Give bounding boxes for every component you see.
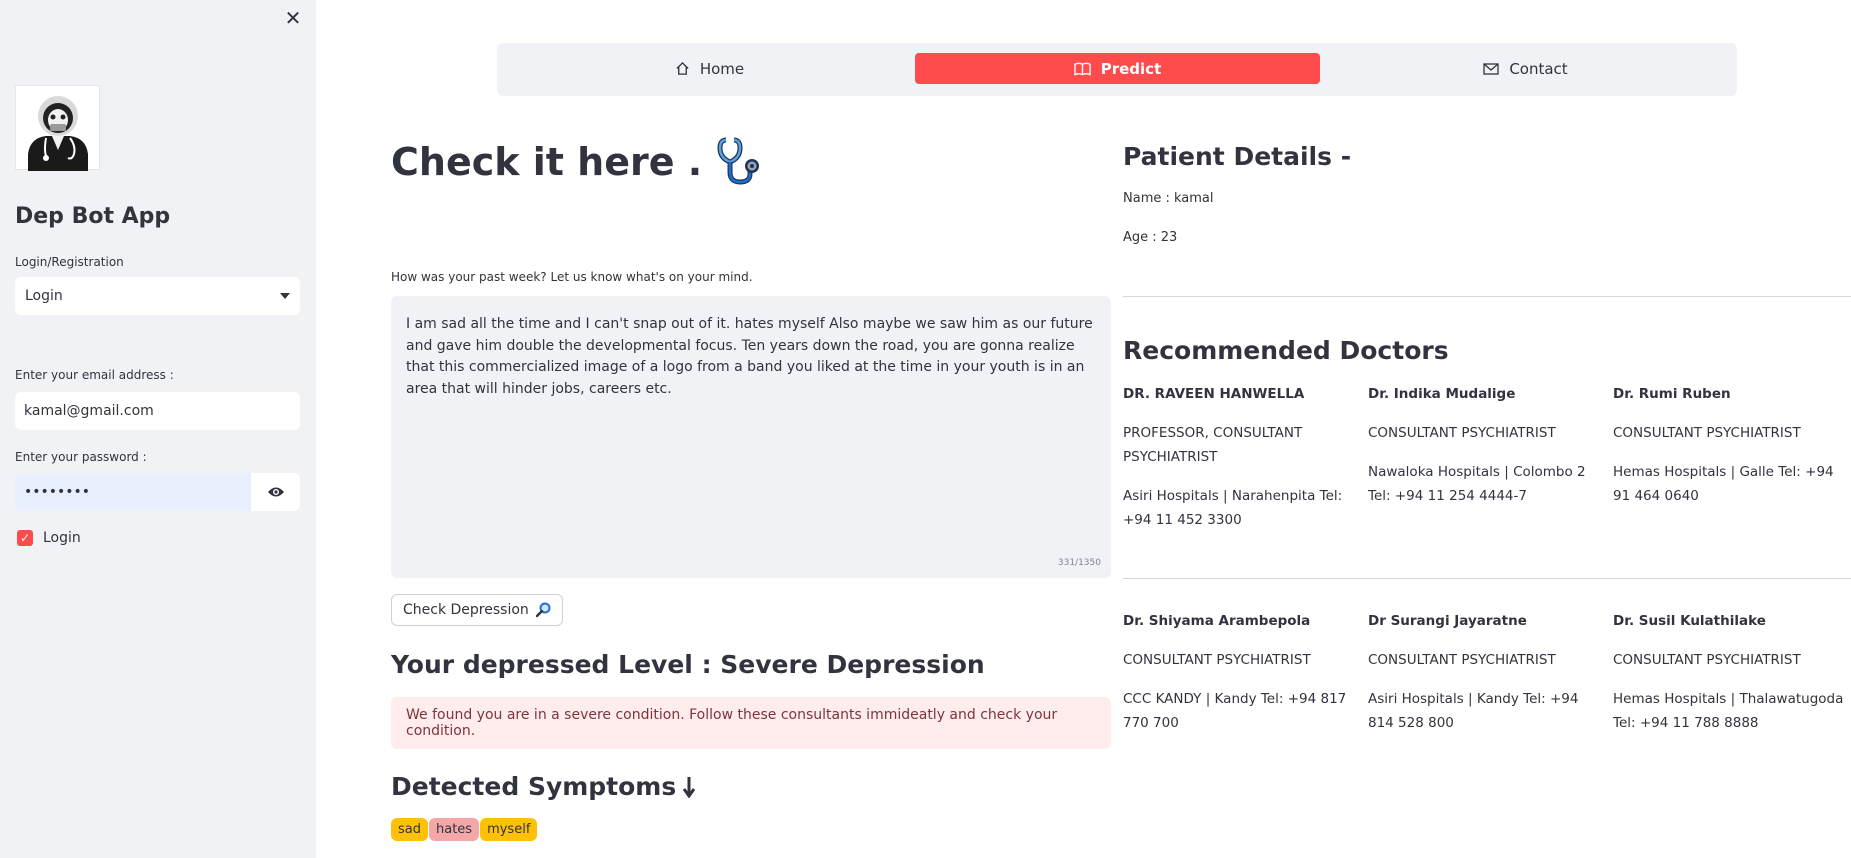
doctor-title: CONSULTANT PSYCHIATRIST	[1368, 425, 1556, 441]
char-counter: 331/1350	[1057, 557, 1101, 568]
doctor-title: PROFESSOR, CONSULTANT PSYCHIATRIST	[1123, 425, 1303, 465]
recommended-doctors-heading: Recommended Doctors	[1123, 336, 1449, 365]
envelope-icon	[1483, 62, 1499, 75]
symptom-tag: sad	[391, 818, 428, 841]
divider	[1123, 578, 1851, 579]
symptom-tag: hates	[429, 818, 480, 841]
doctor-card: Dr. Shiyama Arambepola CONSULTANT PSYCHI…	[1123, 609, 1355, 735]
nav-home[interactable]: Home	[507, 53, 912, 84]
check-depression-label: Check Depression	[403, 602, 529, 618]
login-checkbox-label: Login	[43, 530, 81, 546]
doctor-avatar-icon	[28, 96, 88, 171]
eye-icon[interactable]	[251, 473, 300, 511]
mode-select-value: Login	[25, 288, 63, 304]
severity-alert: We found you are in a severe condition. …	[391, 697, 1111, 749]
login-checkbox-row[interactable]: ✓ Login	[17, 530, 81, 546]
book-open-icon	[1074, 62, 1091, 76]
nav-contact[interactable]: Contact	[1323, 53, 1728, 84]
doctor-contact: Hemas Hospitals | Galle Tel: +94 91 464 …	[1613, 464, 1834, 504]
doctor-card: Dr. Indika Mudalige CONSULTANT PSYCHIATR…	[1368, 382, 1600, 508]
doctor-card: DR. RAVEEN HANWELLA PROFESSOR, CONSULTAN…	[1123, 382, 1355, 532]
doctor-contact: Asiri Hospitals | Kandy Tel: +94 814 528…	[1368, 691, 1579, 731]
patient-details-heading: Patient Details -	[1123, 142, 1352, 171]
doctor-name: Dr. Susil Kulathilake	[1613, 613, 1766, 629]
doctor-contact: CCC KANDY | Kandy Tel: +94 817 770 700	[1123, 691, 1347, 731]
doctor-name: Dr. Indika Mudalige	[1368, 386, 1516, 402]
journal-textarea[interactable]: I am sad all the time and I can't snap o…	[391, 296, 1111, 578]
check-depression-button[interactable]: Check Depression	[391, 594, 563, 626]
nav-predict-label: Predict	[1100, 59, 1162, 78]
page-title: Check it here .	[391, 136, 768, 188]
doctor-card: Dr Surangi Jayaratne CONSULTANT PSYCHIAT…	[1368, 609, 1600, 735]
sidebar: ✕ Dep Bot App Login/Registration Login E…	[0, 0, 316, 858]
symptoms-heading-text: Detected Symptoms	[391, 772, 677, 801]
severity-alert-text: We found you are in a severe condition. …	[406, 707, 1058, 739]
patient-name: Name : kamal	[1123, 191, 1214, 206]
doctor-card: Dr. Susil Kulathilake CONSULTANT PSYCHIA…	[1613, 609, 1845, 735]
doctor-title: CONSULTANT PSYCHIATRIST	[1613, 652, 1801, 668]
doctor-contact: Asiri Hospitals | Narahenpita Tel: +94 1…	[1123, 488, 1343, 528]
journal-prompt-label: How was your past week? Let us know what…	[391, 270, 753, 284]
nav-contact-label: Contact	[1509, 59, 1568, 78]
home-icon	[676, 61, 689, 75]
chevron-down-icon	[280, 293, 290, 299]
avatar	[15, 85, 100, 171]
symptoms-heading: Detected Symptoms	[391, 772, 696, 801]
divider	[1123, 296, 1851, 297]
depression-level-heading: Your depressed Level : Severe Depression	[391, 650, 985, 679]
close-icon[interactable]: ✕	[282, 8, 304, 30]
password-label: Enter your password :	[15, 450, 147, 464]
email-field[interactable]	[15, 392, 300, 430]
doctor-contact: Nawaloka Hospitals | Colombo 2 Tel: +94 …	[1368, 464, 1586, 504]
mode-select[interactable]: Login	[15, 277, 300, 315]
top-nav: Home Predict Contact	[497, 43, 1737, 96]
symptom-tag: myself	[480, 818, 538, 841]
nav-predict[interactable]: Predict	[915, 53, 1320, 84]
doctor-name: DR. RAVEEN HANWELLA	[1123, 386, 1305, 402]
email-label: Enter your email address :	[15, 368, 174, 382]
arrow-down-icon	[683, 776, 696, 798]
page-title-text: Check it here .	[391, 140, 703, 184]
app-title: Dep Bot App	[15, 204, 171, 229]
doctor-title: CONSULTANT PSYCHIATRIST	[1368, 652, 1556, 668]
doctor-title: CONSULTANT PSYCHIATRIST	[1613, 425, 1801, 441]
magnifier-icon	[535, 602, 551, 618]
symptom-tags: sad hates myself	[391, 818, 538, 841]
doctor-contact: Hemas Hospitals | Thalawatugoda Tel: +94…	[1613, 691, 1844, 731]
stethoscope-icon	[717, 137, 760, 185]
journal-text: I am sad all the time and I can't snap o…	[406, 316, 1093, 397]
doctor-card: Dr. Rumi Ruben CONSULTANT PSYCHIATRIST H…	[1613, 382, 1845, 508]
nav-home-label: Home	[699, 59, 745, 78]
password-field[interactable]	[15, 473, 251, 511]
doctor-title: CONSULTANT PSYCHIATRIST	[1123, 652, 1311, 668]
doctor-name: Dr. Shiyama Arambepola	[1123, 613, 1311, 629]
doctor-name: Dr. Rumi Ruben	[1613, 386, 1731, 402]
doctor-name: Dr Surangi Jayaratne	[1368, 613, 1527, 629]
login-checkbox[interactable]: ✓	[17, 530, 33, 546]
patient-age: Age : 23	[1123, 230, 1178, 245]
mode-label: Login/Registration	[15, 255, 124, 269]
password-field-group	[15, 473, 300, 511]
